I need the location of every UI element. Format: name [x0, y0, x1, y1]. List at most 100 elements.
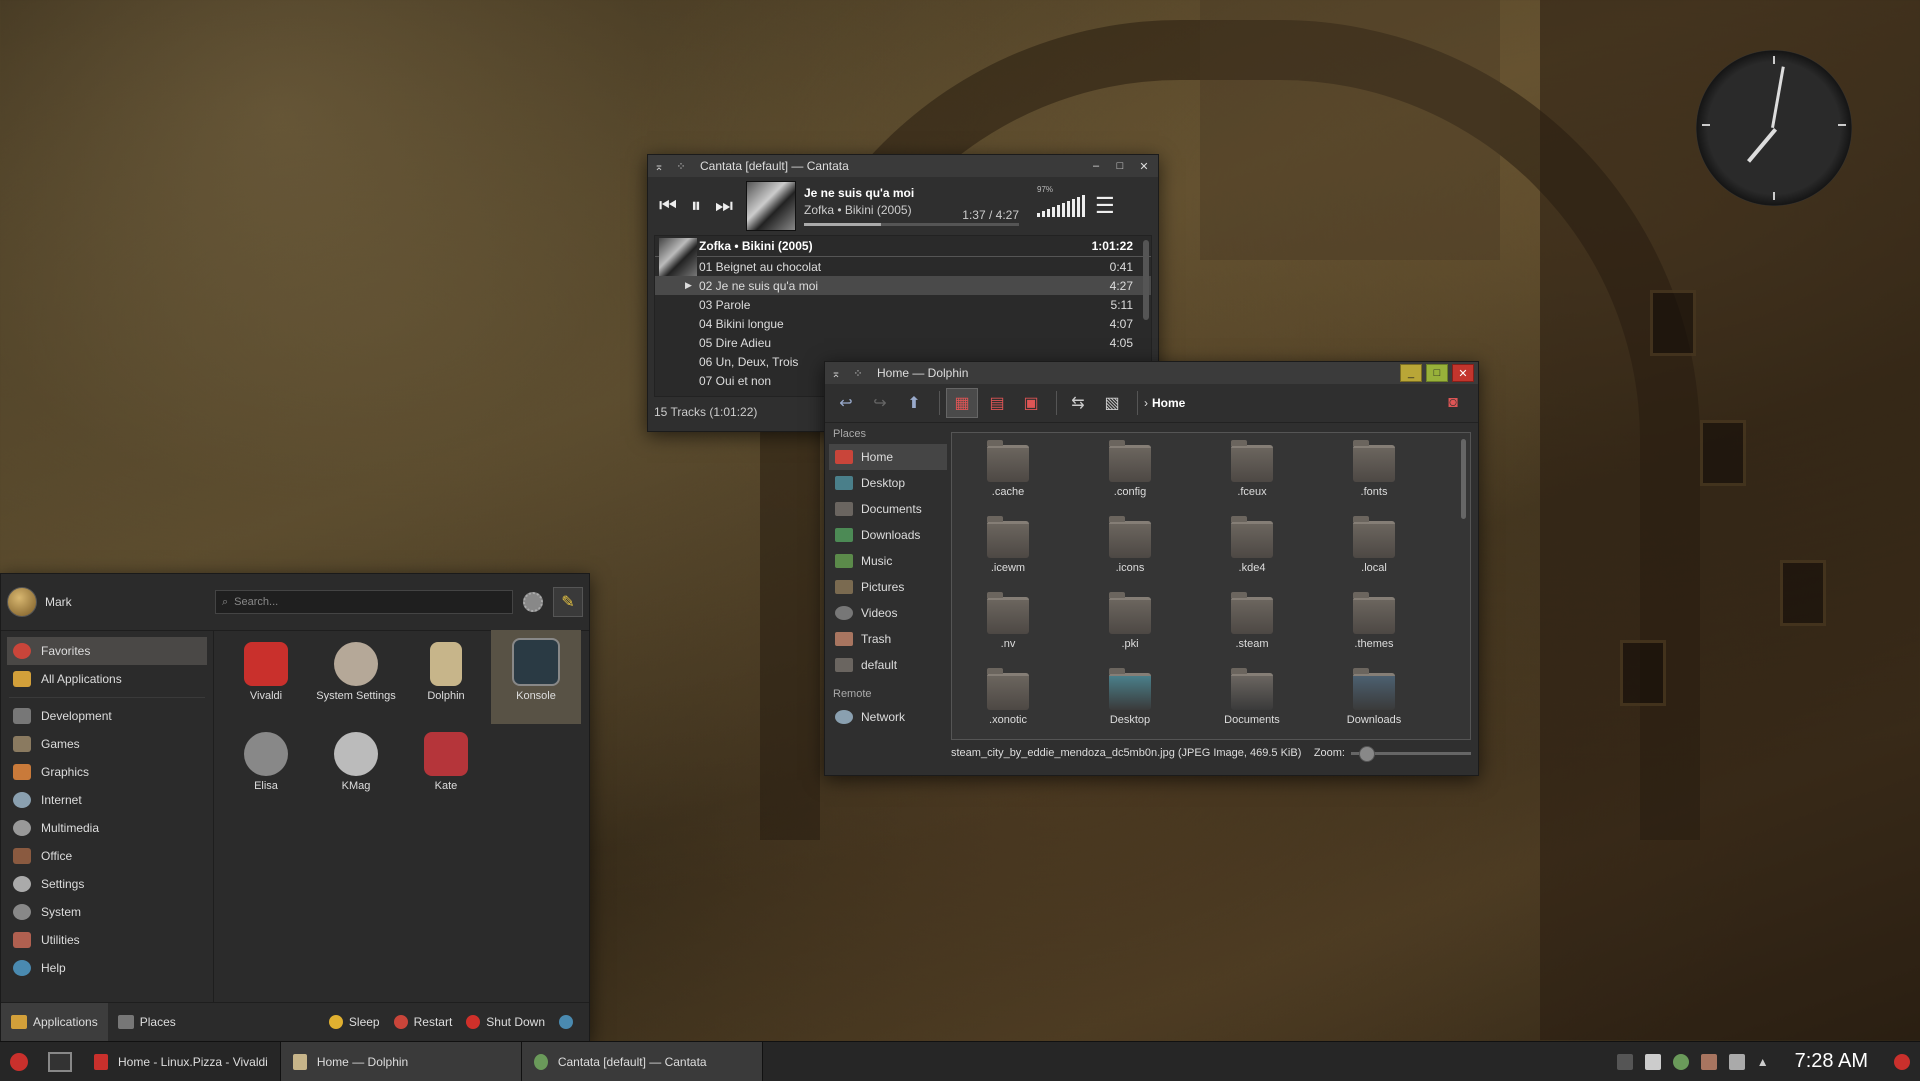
place-documents[interactable]: Documents [829, 496, 947, 522]
cantata-titlebar[interactable]: ⌅ ⁘ Cantata [default] — Cantata – □ ✕ [648, 155, 1158, 177]
app-vivaldi[interactable]: Vivaldi [221, 634, 311, 724]
place-home[interactable]: Home [829, 444, 947, 470]
pin-launcher-icon[interactable]: ✎ [553, 587, 583, 617]
category-internet[interactable]: Internet [1, 786, 213, 814]
maximize-button[interactable]: □ [1110, 158, 1130, 174]
place-downloads[interactable]: Downloads [829, 522, 947, 548]
place-pictures[interactable]: Pictures [829, 574, 947, 600]
previous-track-button[interactable]: ⏮ [654, 192, 682, 220]
file-item[interactable]: .local [1324, 515, 1424, 587]
shutdown-button[interactable]: Shut Down [466, 1015, 545, 1029]
tab-applications[interactable]: Applications [1, 1003, 108, 1041]
category-system[interactable]: System [1, 898, 213, 926]
file-item[interactable]: .kde4 [1202, 515, 1302, 587]
category-multimedia[interactable]: Multimedia [1, 814, 213, 842]
shade-icon[interactable]: ⌅ [827, 365, 845, 381]
place-videos[interactable]: Videos [829, 600, 947, 626]
file-item[interactable]: Desktop [1080, 667, 1180, 739]
app-system-settings[interactable]: System Settings [311, 634, 401, 724]
file-view-scrollbar[interactable] [1461, 439, 1466, 519]
avatar[interactable] [7, 587, 37, 617]
task-cantata[interactable]: Cantata [default] — Cantata [521, 1042, 763, 1081]
power-icon[interactable] [1894, 1053, 1910, 1070]
file-item[interactable]: .pki [1080, 591, 1180, 663]
track-row-playing[interactable]: ▶ 02 Je ne suis qu'a moi 4:27 [655, 276, 1151, 295]
task-vivaldi[interactable]: Home - Linux.Pizza - Vivaldi [82, 1042, 281, 1081]
preview-icon[interactable]: ▧ [1097, 389, 1127, 417]
network-icon[interactable] [1728, 1053, 1745, 1070]
up-icon[interactable]: ⬆ [899, 389, 929, 417]
track-row[interactable]: 01 Beignet au chocolat 0:41 [655, 257, 1151, 276]
media-player-icon[interactable] [1672, 1053, 1689, 1070]
place-music[interactable]: Music [829, 548, 947, 574]
track-row[interactable]: 03 Parole 5:11 [655, 295, 1151, 314]
file-item[interactable]: .cache [958, 439, 1058, 511]
zoom-slider-handle[interactable] [1359, 745, 1375, 762]
leave-arrow-button[interactable] [559, 1015, 579, 1029]
next-track-button[interactable]: ⏭ [710, 192, 738, 220]
file-item[interactable]: .icewm [958, 515, 1058, 587]
control-menu-icon[interactable]: ◙ [1438, 389, 1468, 417]
track-row[interactable]: 04 Bikini longue 4:07 [655, 314, 1151, 333]
compact-view-icon[interactable]: ▤ [982, 389, 1012, 417]
track-progress-bar[interactable] [804, 223, 1019, 226]
playlist-scrollbar[interactable] [1143, 240, 1149, 320]
volume-bars[interactable]: 97% [1037, 185, 1085, 217]
file-item[interactable]: Downloads [1324, 667, 1424, 739]
file-view[interactable]: .cache .config .fceux .fonts .icewm .icons .kd… [951, 432, 1471, 740]
file-item[interactable]: .xonotic [958, 667, 1058, 739]
clipboard-icon[interactable] [1644, 1053, 1661, 1070]
menu-icon[interactable]: ☰ [1095, 193, 1115, 219]
zoom-slider[interactable] [1351, 745, 1471, 762]
shade-icon[interactable]: ⌅ [650, 158, 668, 174]
updates-icon[interactable] [1700, 1053, 1717, 1070]
category-games[interactable]: Games [1, 730, 213, 758]
start-menu-button[interactable] [0, 1042, 38, 1081]
sleep-button[interactable]: Sleep [328, 1015, 380, 1029]
tab-places[interactable]: Places [108, 1003, 186, 1041]
file-item[interactable]: Documents [1202, 667, 1302, 739]
pin-icon[interactable]: ⁘ [849, 365, 867, 381]
app-dolphin[interactable]: Dolphin [401, 634, 491, 724]
breadcrumb[interactable]: Home [1152, 396, 1185, 410]
app-kmag[interactable]: KMag [311, 724, 401, 814]
maximize-button[interactable]: □ [1426, 364, 1448, 382]
place-default[interactable]: default [829, 652, 947, 678]
track-row[interactable]: 05 Dire Adieu 4:05 [655, 333, 1151, 352]
digital-clock[interactable]: 7:28 AM [1795, 1050, 1868, 1073]
split-view-icon[interactable]: ⇆ [1063, 389, 1093, 417]
search-input[interactable]: ⌕ Search... [215, 590, 513, 614]
minimize-button[interactable]: _ [1400, 364, 1422, 382]
category-development[interactable]: Development [1, 702, 213, 730]
details-view-icon[interactable]: ▣ [1016, 389, 1046, 417]
minimize-button[interactable]: – [1086, 158, 1106, 174]
category-all-applications[interactable]: All Applications [1, 665, 213, 693]
category-office[interactable]: Office [1, 842, 213, 870]
analog-clock-widget[interactable] [1696, 50, 1852, 206]
category-favorites[interactable]: Favorites [7, 637, 207, 665]
pause-button[interactable]: ⏸ [682, 192, 710, 220]
category-graphics[interactable]: Graphics [1, 758, 213, 786]
place-desktop[interactable]: Desktop [829, 470, 947, 496]
category-utilities[interactable]: Utilities [1, 926, 213, 954]
settings-icon[interactable] [523, 592, 543, 612]
file-item[interactable]: .steam [1202, 591, 1302, 663]
icons-view-icon[interactable]: ▦ [946, 388, 978, 418]
forward-icon[interactable]: ↪ [865, 389, 895, 417]
file-item[interactable]: .nv [958, 591, 1058, 663]
file-item[interactable]: .fonts [1324, 439, 1424, 511]
app-konsole[interactable]: Konsole [491, 630, 581, 724]
file-item[interactable]: .themes [1324, 591, 1424, 663]
tray-expand-icon[interactable]: ▲ [1757, 1055, 1769, 1069]
pager-icon[interactable] [1616, 1053, 1633, 1070]
category-help[interactable]: Help [1, 954, 213, 982]
task-dolphin[interactable]: Home — Dolphin [280, 1042, 522, 1081]
back-icon[interactable]: ↩ [831, 389, 861, 417]
file-item[interactable]: .config [1080, 439, 1180, 511]
pin-icon[interactable]: ⁘ [672, 158, 690, 174]
album-header[interactable]: Zofka • Bikini (2005) 1:01:22 [655, 236, 1151, 257]
app-kate[interactable]: Kate [401, 724, 491, 814]
place-trash[interactable]: Trash [829, 626, 947, 652]
konsole-launcher[interactable] [38, 1042, 82, 1081]
restart-button[interactable]: Restart [393, 1015, 452, 1029]
